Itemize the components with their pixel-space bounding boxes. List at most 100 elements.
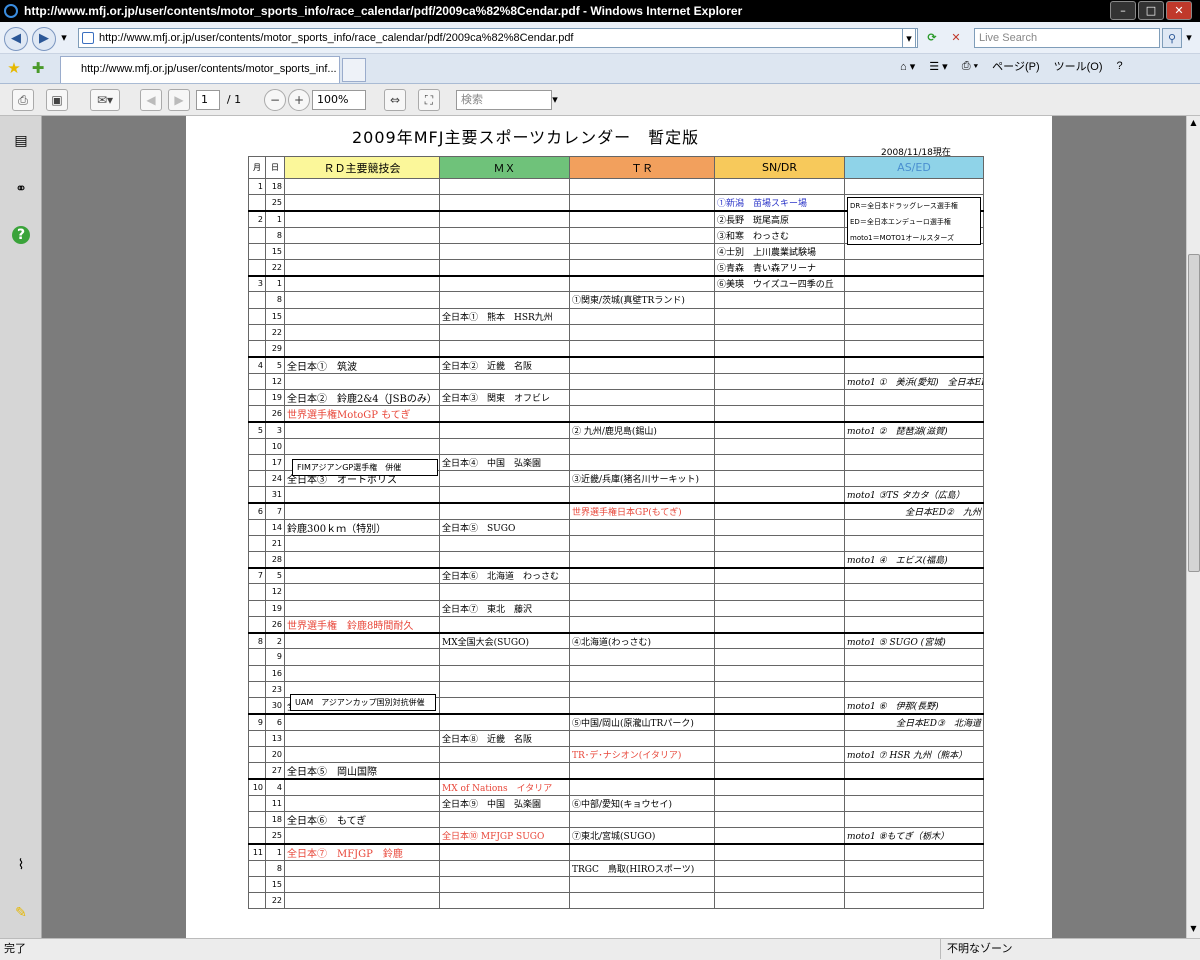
- page-number-input[interactable]: 1: [196, 90, 220, 110]
- fit-width-icon[interactable]: ⇔: [384, 89, 406, 111]
- stop-icon[interactable]: ✕: [946, 28, 966, 48]
- month-cell: [248, 307, 266, 325]
- comments-icon[interactable]: ✎: [12, 904, 30, 922]
- fit-page-icon[interactable]: ⛶: [418, 89, 440, 111]
- ased-cell: moto1 ④ エビス(福島): [844, 550, 984, 569]
- month-cell: [248, 323, 266, 341]
- close-button[interactable]: ✕: [1166, 1, 1192, 20]
- rd-cell: [284, 827, 440, 845]
- paperclip-icon[interactable]: ⌇: [12, 856, 30, 874]
- ased-cell: moto1 ① 美浜(愛知) 全日本ED① SUGO: [844, 372, 984, 390]
- tr-cell: ⑤中国/岡山(原瀧山TRパーク): [569, 712, 715, 731]
- day-cell: 27: [265, 762, 285, 780]
- sndr-cell: ⑤青森 青い森アリーナ: [714, 258, 845, 277]
- sndr-cell: ④士別 上川農業試験場: [714, 242, 845, 260]
- feeds-icon[interactable]: ☰ ▾: [929, 60, 947, 73]
- tools-menu[interactable]: ツール(O): [1054, 58, 1103, 74]
- back-button[interactable]: ◀: [4, 27, 28, 51]
- tr-cell: [569, 583, 715, 601]
- rd-cell: 全日本① 筑波: [284, 355, 440, 374]
- month-cell: [248, 404, 266, 423]
- scroll-down-icon[interactable]: ▼: [1187, 922, 1200, 935]
- day-cell: 25: [265, 827, 285, 845]
- maximize-button[interactable]: □: [1138, 1, 1164, 20]
- pdf-search-dropdown-icon[interactable]: ▾: [550, 90, 560, 110]
- search-dropdown-icon[interactable]: ▾: [1182, 28, 1196, 48]
- ased-cell: 全日本ED② 九州: [844, 501, 984, 520]
- sndr-cell: [714, 745, 845, 764]
- rd-cell: [284, 794, 440, 812]
- binoculars-icon[interactable]: ⚭: [12, 180, 30, 198]
- calendar-row: 10 4 MX of Nations イタリア: [248, 777, 984, 796]
- help-icon[interactable]: ?: [1117, 60, 1123, 72]
- tr-cell: [569, 258, 715, 277]
- live-search-input[interactable]: Live Search: [974, 28, 1160, 48]
- rd-cell: [284, 486, 440, 504]
- rd-cell: [284, 583, 440, 601]
- pages-icon[interactable]: ▤: [12, 132, 30, 150]
- home-icon[interactable]: ⌂ ▾: [900, 60, 915, 73]
- rd-cell: [284, 242, 440, 260]
- rd-cell: [284, 777, 440, 796]
- address-dropdown-icon[interactable]: ▾: [902, 28, 916, 48]
- search-icon[interactable]: ⚲: [1162, 28, 1182, 48]
- scroll-up-icon[interactable]: ▲: [1187, 116, 1200, 129]
- page-menu[interactable]: ページ(P): [992, 58, 1039, 74]
- tr-cell: [569, 339, 715, 358]
- history-dropdown-icon[interactable]: ▾: [58, 28, 70, 48]
- month-cell: [248, 486, 266, 504]
- calendar-row: 8 TRGC 鳥取(HIROスポーツ): [248, 859, 984, 877]
- ased-cell: [844, 258, 984, 277]
- month-cell: [248, 892, 266, 910]
- sndr-cell: [714, 550, 845, 569]
- ased-cell: [844, 583, 984, 601]
- ased-cell: [844, 355, 984, 374]
- pdf-share-icon[interactable]: ✉▾: [90, 89, 120, 111]
- mx-cell: 全日本⑨ 中国 弘楽園: [439, 794, 570, 812]
- zoom-out-icon[interactable]: −: [264, 89, 286, 111]
- day-cell: 13: [265, 729, 285, 747]
- rd-cell: 全日本⑦ MFJGP 鈴鹿: [284, 842, 440, 861]
- rd-cell: [284, 534, 440, 552]
- zoom-select[interactable]: 100%: [312, 90, 366, 110]
- day-cell: 6: [265, 712, 285, 731]
- address-field[interactable]: http://www.mfj.or.jp/user/contents/motor…: [78, 28, 918, 48]
- sndr-cell: [714, 534, 845, 552]
- day-cell: 11: [265, 794, 285, 812]
- rd-cell: [284, 420, 440, 439]
- minimize-button[interactable]: –: [1110, 1, 1136, 20]
- zoom-in-icon[interactable]: +: [288, 89, 310, 111]
- tab-pdf[interactable]: http://www.mfj.or.jp/user/contents/motor…: [60, 56, 340, 83]
- add-favorites-icon[interactable]: ✚: [28, 58, 48, 78]
- ased-cell: [844, 875, 984, 894]
- sndr-cell: ①新潟 苗場スキー場: [714, 194, 845, 212]
- month-cell: 10: [248, 777, 266, 796]
- pdf-viewer[interactable]: 2009年MFJ主要スポーツカレンダー 暫定版 2008/11/18現在 月 日…: [42, 116, 1186, 938]
- new-tab-button[interactable]: [342, 58, 366, 82]
- month-cell: [248, 583, 266, 601]
- legend-item: moto1＝MOTO1オールスターズ: [850, 234, 955, 242]
- day-cell: 22: [265, 323, 285, 341]
- favorites-star-icon[interactable]: ★: [4, 58, 24, 78]
- sndr-cell: [714, 892, 845, 910]
- next-page-icon[interactable]: ▶: [168, 89, 190, 111]
- sndr-cell: [714, 712, 845, 731]
- vertical-scrollbar[interactable]: ▲ ▼: [1186, 116, 1200, 938]
- forward-button[interactable]: ▶: [32, 27, 56, 51]
- calendar-row: 6 7 世界選手権日本GP(もてぎ) 全日本ED② 九州: [248, 501, 984, 520]
- mx-cell: [439, 242, 570, 260]
- scrollbar-thumb[interactable]: [1188, 254, 1200, 572]
- pdf-print-icon[interactable]: ⎙: [12, 89, 34, 111]
- prev-page-icon[interactable]: ◀: [140, 89, 162, 111]
- address-toolbar: ◀ ▶ ▾ http://www.mfj.or.jp/user/contents…: [0, 22, 1200, 54]
- tr-cell: [569, 892, 715, 910]
- pdf-search-input[interactable]: 検索: [456, 90, 552, 110]
- refresh-icon[interactable]: ⟳: [922, 28, 942, 48]
- print-icon[interactable]: ⎙ ▾: [962, 60, 978, 73]
- pdf-save-icon[interactable]: ▣: [46, 89, 68, 111]
- day-cell: 15: [265, 307, 285, 325]
- tr-cell: [569, 486, 715, 504]
- calendar-row: 1 18: [248, 177, 984, 196]
- mx-cell: [439, 469, 570, 488]
- help-circle-icon[interactable]: ?: [12, 226, 30, 244]
